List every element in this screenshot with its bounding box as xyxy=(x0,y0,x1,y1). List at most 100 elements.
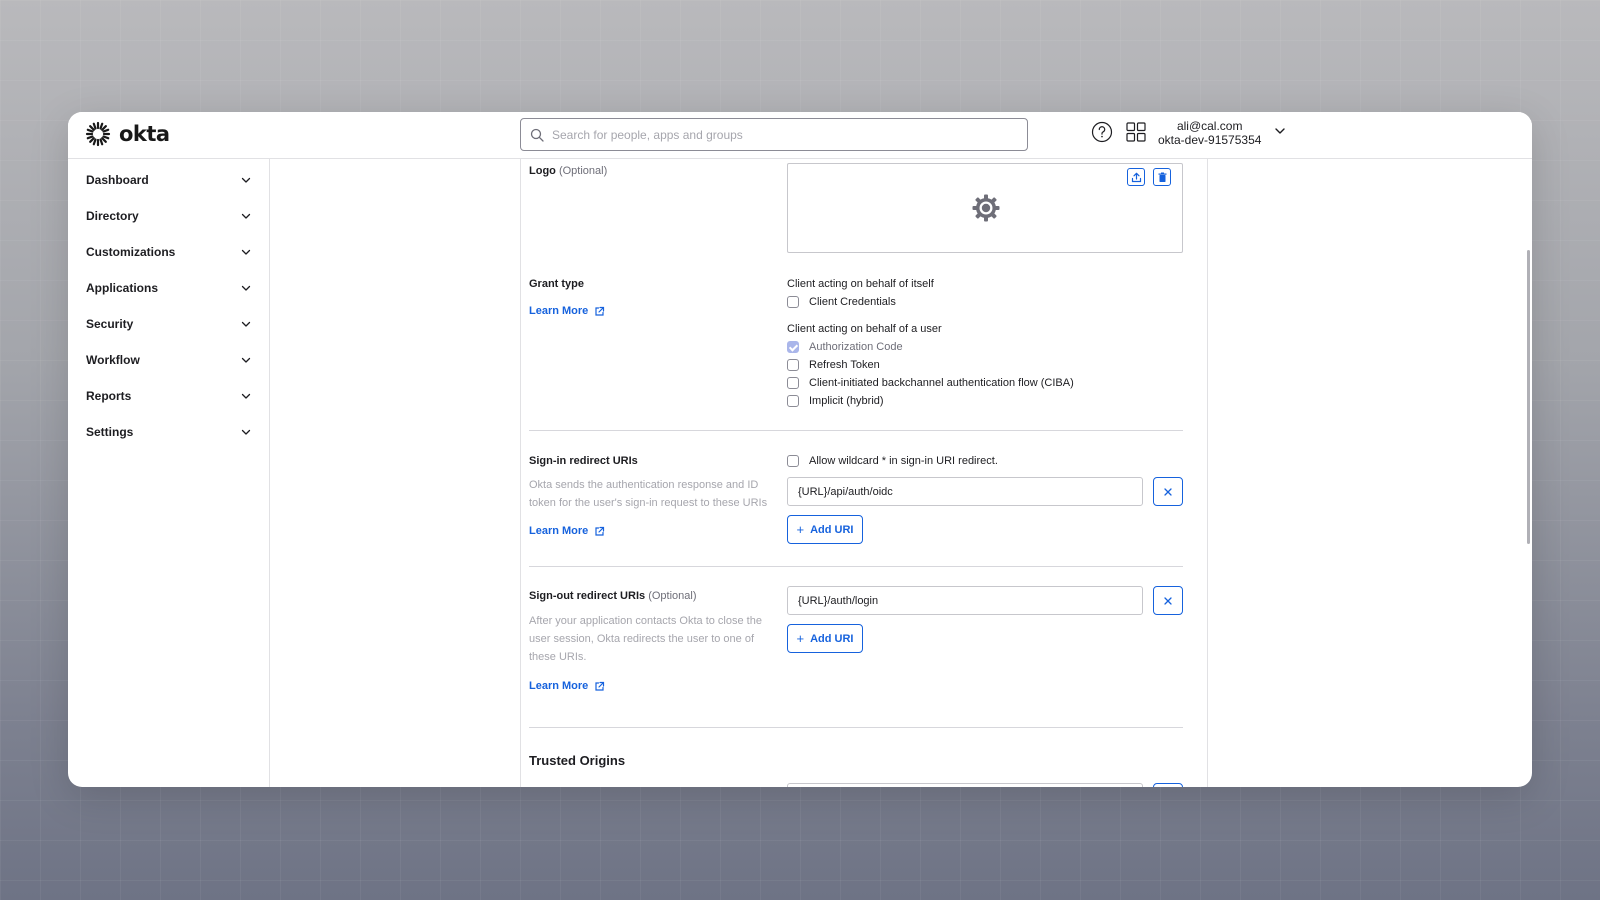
self-acting-heading: Client acting on behalf of itself xyxy=(787,278,934,290)
sidebar-item-customizations[interactable]: Customizations xyxy=(86,240,252,264)
optional-tag: (Optional) xyxy=(648,590,697,602)
sidebar-item-directory[interactable]: Directory xyxy=(86,204,252,228)
checkbox-label: Refresh Token xyxy=(809,359,880,371)
chevron-down-icon[interactable] xyxy=(1273,124,1287,138)
ciba-checkbox-row[interactable]: Client-initiated backchannel authenticat… xyxy=(787,377,1074,389)
add-signin-uri-button[interactable]: + Add URI xyxy=(787,515,863,544)
checkbox-label: Allow wildcard * in sign-in URI redirect… xyxy=(809,455,998,467)
app-settings-form: Logo (Optional) Grant type Learn More Cl… xyxy=(520,159,1208,787)
signout-learn-more-link[interactable]: Learn More xyxy=(529,680,605,692)
authorization-code-checkbox[interactable] xyxy=(787,341,799,353)
sidebar-item-label: Directory xyxy=(86,209,139,223)
optional-tag: (Optional) xyxy=(558,165,608,177)
signin-redirect-description: Okta sends the authentication response a… xyxy=(529,479,768,509)
sidebar-item-workflow[interactable]: Workflow xyxy=(86,348,252,372)
okta-logo[interactable]: okta xyxy=(85,121,170,147)
signout-uri-input[interactable]: {URL}/auth/login xyxy=(787,586,1143,615)
sidebar-item-label: Customizations xyxy=(86,245,176,259)
okta-sunburst-icon xyxy=(85,121,111,147)
authorization-code-checkbox-row[interactable]: Authorization Code xyxy=(787,341,903,353)
help-icon[interactable] xyxy=(1091,121,1113,143)
remove-signin-uri-button[interactable] xyxy=(1153,477,1183,506)
add-uri-label: Add URI xyxy=(810,523,854,536)
chevron-down-icon xyxy=(241,285,251,291)
section-divider xyxy=(529,430,1183,431)
learn-more-text: Learn More xyxy=(529,525,589,537)
implicit-hybrid-checkbox[interactable] xyxy=(787,395,799,407)
refresh-token-checkbox[interactable] xyxy=(787,359,799,371)
logo-upload-box[interactable] xyxy=(787,163,1183,253)
ciba-checkbox[interactable] xyxy=(787,377,799,389)
chevron-down-icon xyxy=(241,357,251,363)
user-org: okta-dev-91575354 xyxy=(1158,133,1262,147)
close-icon xyxy=(1164,596,1172,605)
allow-wildcard-checkbox[interactable] xyxy=(787,455,799,467)
plus-icon: + xyxy=(796,631,805,646)
sidebar-item-settings[interactable]: Settings xyxy=(86,420,252,444)
plus-icon: + xyxy=(796,522,805,537)
app-grid-icon[interactable] xyxy=(1125,121,1147,143)
refresh-token-checkbox-row[interactable]: Refresh Token xyxy=(787,359,880,371)
sidebar-item-label: Settings xyxy=(86,425,134,439)
client-credentials-checkbox[interactable] xyxy=(787,296,799,308)
chevron-down-icon xyxy=(241,321,251,327)
top-bar: okta ali@cal.com okta-dev-91575354 xyxy=(68,112,1532,159)
trusted-origin-input[interactable] xyxy=(787,783,1143,787)
add-signout-uri-button[interactable]: + Add URI xyxy=(787,624,863,653)
sidebar-item-label: Applications xyxy=(86,281,159,295)
chevron-down-icon xyxy=(241,429,251,435)
delete-logo-button[interactable] xyxy=(1153,168,1171,186)
upload-logo-button[interactable] xyxy=(1127,168,1145,186)
scrollbar[interactable] xyxy=(1527,250,1530,544)
signout-label-text: Sign-out redirect URIs xyxy=(529,590,646,602)
chevron-down-icon xyxy=(241,213,251,219)
section-divider xyxy=(529,566,1183,567)
section-divider xyxy=(529,727,1183,728)
signin-uri-input[interactable]: {URL}/api/auth/oidc xyxy=(787,477,1143,506)
sidebar-item-dashboard[interactable]: Dashboard xyxy=(86,168,252,192)
search-bar[interactable] xyxy=(520,118,1028,151)
user-acting-heading: Client acting on behalf of a user xyxy=(787,323,942,335)
checkbox-label: Client Credentials xyxy=(809,296,896,308)
checkbox-label: Client-initiated backchannel authenticat… xyxy=(809,377,1074,389)
allow-wildcard-checkbox-row[interactable]: Allow wildcard * in sign-in URI redirect… xyxy=(787,455,998,467)
client-credentials-checkbox-row[interactable]: Client Credentials xyxy=(787,296,896,308)
grant-type-learn-more-link[interactable]: Learn More xyxy=(529,305,605,317)
sidebar-item-security[interactable]: Security xyxy=(86,312,252,336)
implicit-hybrid-checkbox-row[interactable]: Implicit (hybrid) xyxy=(787,395,884,407)
add-uri-label: Add URI xyxy=(810,632,854,645)
signout-redirect-label: Sign-out redirect URIs (Optional) xyxy=(529,590,696,602)
upload-icon xyxy=(1131,172,1141,182)
sidebar-item-label: Security xyxy=(86,317,134,331)
learn-more-text: Learn More xyxy=(529,305,589,317)
sidebar-item-label: Workflow xyxy=(86,353,140,367)
sidebar: Dashboard Directory Customizations Appli… xyxy=(68,159,270,787)
search-input[interactable] xyxy=(552,127,1012,142)
gear-icon xyxy=(972,194,1000,222)
checkbox-label: Implicit (hybrid) xyxy=(809,395,884,407)
user-menu[interactable]: ali@cal.com okta-dev-91575354 xyxy=(1158,119,1261,147)
sidebar-item-applications[interactable]: Applications xyxy=(86,276,252,300)
logo-field-label: Logo (Optional) xyxy=(529,165,607,177)
grant-type-label: Grant type xyxy=(529,278,585,290)
trash-icon xyxy=(1158,172,1166,182)
chevron-down-icon xyxy=(241,177,251,183)
remove-trusted-origin-button[interactable] xyxy=(1153,783,1183,787)
external-link-icon xyxy=(595,306,605,316)
signout-redirect-description: After your application contacts Okta to … xyxy=(529,615,762,663)
close-icon xyxy=(1164,487,1172,496)
logo-label-text: Logo xyxy=(529,165,556,177)
trusted-origins-heading: Trusted Origins xyxy=(529,753,626,768)
sidebar-item-reports[interactable]: Reports xyxy=(86,384,252,408)
external-link-icon xyxy=(595,526,605,536)
signin-redirect-label: Sign-in redirect URIs xyxy=(529,455,638,467)
external-link-icon xyxy=(595,681,605,691)
search-icon xyxy=(530,128,544,142)
remove-signout-uri-button[interactable] xyxy=(1153,586,1183,615)
sidebar-item-label: Reports xyxy=(86,389,132,403)
browser-window: okta ali@cal.com okta-dev-91575354 xyxy=(68,112,1532,787)
chevron-down-icon xyxy=(241,249,251,255)
checkbox-label: Authorization Code xyxy=(809,341,903,353)
user-email: ali@cal.com xyxy=(1176,119,1243,133)
signin-learn-more-link[interactable]: Learn More xyxy=(529,525,605,537)
